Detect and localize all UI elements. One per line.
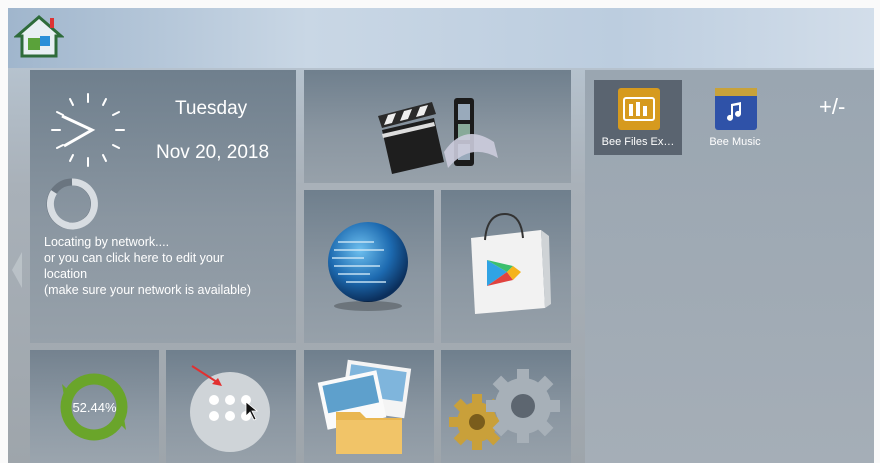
folder-app-icon (618, 88, 660, 130)
frame-top (0, 0, 880, 8)
top-bar (0, 0, 880, 68)
music-app-icon (715, 88, 757, 130)
browser-tile[interactable] (304, 190, 434, 343)
shopping-bag-play-icon (471, 212, 551, 314)
chevron-left-icon[interactable] (10, 250, 24, 290)
clapperboard-film-icon (378, 98, 498, 174)
play-store-tile[interactable] (441, 190, 571, 343)
location-line: location (44, 267, 88, 281)
location-line: (make sure your network is available) (44, 283, 252, 297)
location-line: or you can click here to edit your (44, 251, 224, 265)
home-icon[interactable] (14, 14, 64, 58)
frame-left (0, 0, 8, 463)
clock-weather-tile[interactable]: Tuesday Nov 20, 2018 Locating by network… (30, 70, 296, 343)
add-remove-apps-button[interactable]: +/- (819, 94, 845, 120)
settings-tile[interactable] (441, 350, 571, 463)
analog-clock-icon (51, 93, 125, 167)
loading-spinner-icon (46, 178, 98, 230)
gears-icon (449, 369, 560, 450)
all-apps-grid-icon (190, 365, 270, 452)
app-label: Bee Music (709, 136, 761, 148)
app-bee-files[interactable]: Bee Files Ex… (594, 80, 682, 155)
photo-folder-icon (317, 359, 412, 454)
app-bee-music[interactable]: Bee Music (691, 80, 779, 155)
globe-icon (328, 222, 408, 311)
video-player-tile[interactable] (304, 70, 571, 183)
all-apps-tile[interactable] (166, 350, 296, 463)
memory-cleaner-tile[interactable]: 52.44% (30, 350, 159, 463)
memory-percent: 52.44% (72, 400, 117, 415)
date-label: Nov 20, 2018 (156, 142, 270, 163)
weekday-label: Tuesday (175, 98, 248, 119)
pinned-apps-panel: Bee Files Ex… Bee Music +/- (585, 70, 874, 463)
location-line: Locating by network.... (44, 235, 170, 249)
app-label: Bee Files Ex… (601, 136, 675, 148)
location-status-text[interactable]: Locating by network.... or you can click… (44, 234, 289, 298)
file-gallery-tile[interactable] (304, 350, 434, 463)
frame-right (874, 0, 880, 463)
